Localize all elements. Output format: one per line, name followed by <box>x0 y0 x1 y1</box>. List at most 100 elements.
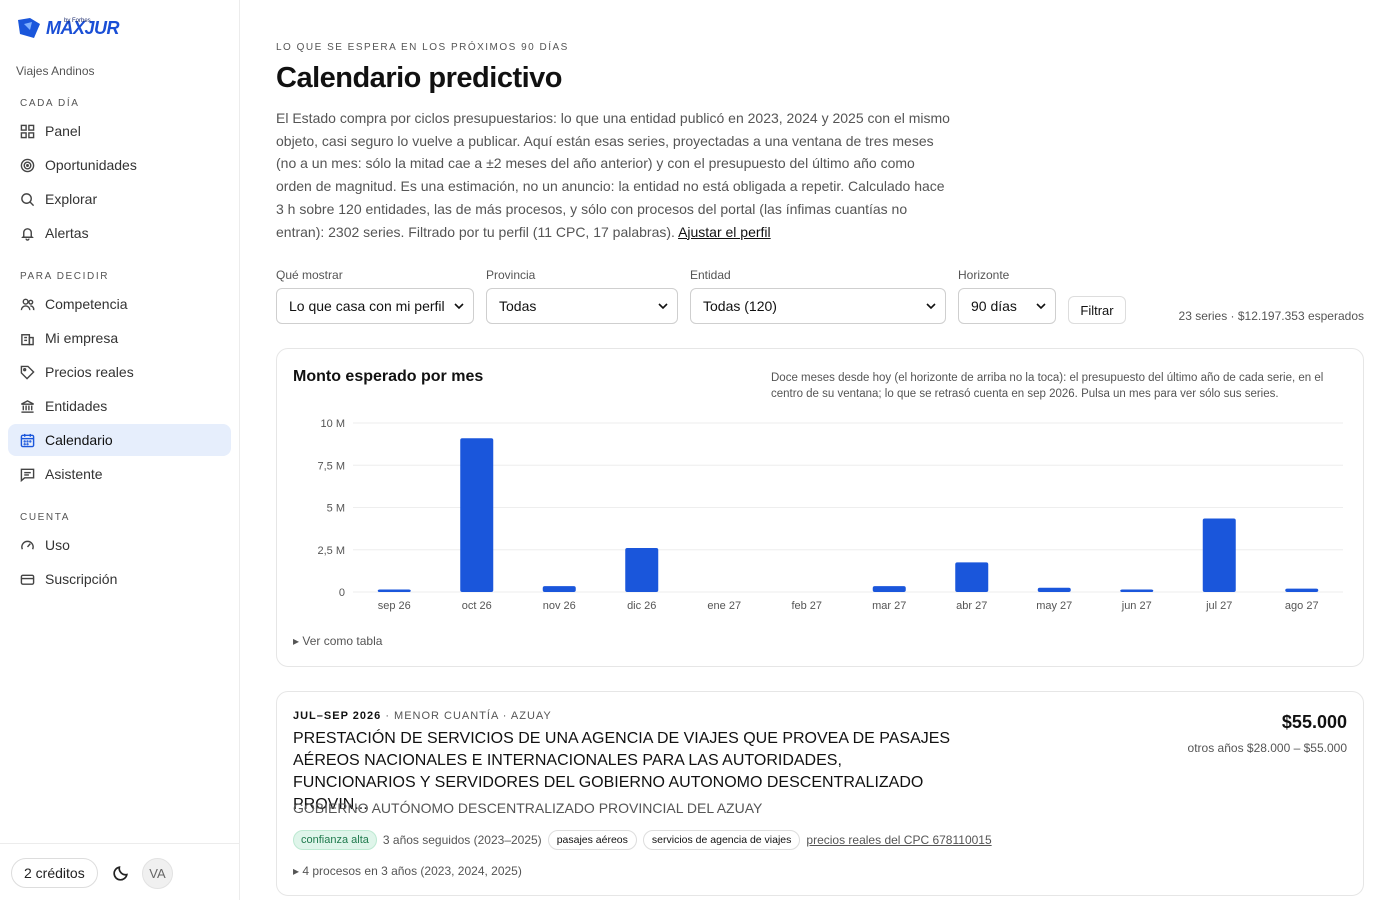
section-label-cuenta: CUENTA <box>20 512 70 523</box>
entity-select-value: Todas (120) <box>703 298 777 314</box>
users-icon <box>20 298 35 310</box>
avatar[interactable]: VA <box>142 858 173 889</box>
series-card[interactable]: JUL–SEP 2026 · MENOR CUANTÍA · AZUAY PRE… <box>276 691 1364 896</box>
horizon-select[interactable]: 90 días <box>958 288 1056 324</box>
nav-item-competencia[interactable]: Competencia <box>8 288 231 320</box>
chart-card: Monto esperado por mes Doce meses desde … <box>276 348 1364 667</box>
show-filter-label: Qué mostrar <box>276 268 343 282</box>
nav-label: Oportunidades <box>45 157 137 173</box>
bank-icon <box>21 399 34 413</box>
chat-icon <box>20 468 35 482</box>
x-tick-label: sep 26 <box>378 600 411 612</box>
entity-filter-label: Entidad <box>690 268 731 282</box>
series-years: 3 años seguidos (2023–2025) <box>382 833 542 847</box>
province-filter-label: Provincia <box>486 268 536 282</box>
nav-label: Suscripción <box>45 571 118 587</box>
bar[interactable] <box>625 548 659 592</box>
series-tags: confianza alta 3 años seguidos (2023–202… <box>293 830 992 850</box>
y-tick-label: 0 <box>339 587 345 599</box>
section-label-para-decidir: PARA DECIDIR <box>20 271 110 282</box>
bar[interactable] <box>955 562 989 592</box>
series-price: $55.000 <box>1281 712 1347 732</box>
logo-subtitle: by Forbes <box>64 18 91 24</box>
nav-label: Asistente <box>45 466 103 482</box>
processes-toggle[interactable]: ▸ 4 procesos en 3 años (2023, 2024, 2025… <box>293 864 522 878</box>
nav-item-alertas[interactable]: Alertas <box>8 217 231 249</box>
main-content: LO QUE SE ESPERA EN LOS PRÓXIMOS 90 DÍAS… <box>276 0 1364 900</box>
credits-button[interactable]: 2 créditos <box>11 858 98 888</box>
horizon-select-value: 90 días <box>971 298 1017 314</box>
nav-label: Alertas <box>45 225 89 241</box>
bar[interactable] <box>460 438 494 592</box>
chevron-down-icon <box>1036 303 1046 310</box>
nav-item-suscripcion[interactable]: Suscripción <box>8 563 231 595</box>
nav-item-entidades[interactable]: Entidades <box>8 390 231 422</box>
province-select[interactable]: Todas <box>486 288 678 324</box>
adjust-profile-link[interactable]: Ajustar el perfil <box>678 224 771 240</box>
series-summary: 23 series · $12.197.353 esperados <box>1178 309 1364 323</box>
filter-button[interactable]: Filtrar <box>1068 296 1126 324</box>
x-tick-label: nov 26 <box>543 600 576 612</box>
nav-label: Panel <box>45 123 81 139</box>
nav-item-precios-reales[interactable]: Precios reales <box>8 356 231 388</box>
x-tick-label: ago 27 <box>1285 600 1319 612</box>
x-tick-label: oct 26 <box>462 600 492 612</box>
moon-icon[interactable] <box>113 864 130 881</box>
series-type: · MENOR CUANTÍA <box>385 710 499 722</box>
x-tick-label: dic 26 <box>627 600 656 612</box>
keyword-chip: servicios de agencia de viajes <box>642 830 801 850</box>
series-province: · AZUAY <box>502 710 552 722</box>
nav-item-asistente[interactable]: Asistente <box>8 458 231 490</box>
calendar-icon <box>20 433 35 447</box>
bell-icon <box>21 227 34 241</box>
bar[interactable] <box>377 589 411 592</box>
gauge-icon <box>21 540 34 550</box>
x-tick-label: jun 27 <box>1121 600 1152 612</box>
nav-item-calendario[interactable]: Calendario <box>8 424 231 456</box>
bar[interactable] <box>872 586 906 592</box>
chevron-down-icon <box>926 303 936 310</box>
intro-text: El Estado compra por ciclos presupuestar… <box>276 110 950 240</box>
target-icon <box>20 158 35 172</box>
x-tick-label: mar 27 <box>872 600 906 612</box>
page-eyebrow: LO QUE SE ESPERA EN LOS PRÓXIMOS 90 DÍAS <box>276 42 569 53</box>
y-tick-label: 2,5 M <box>317 545 345 557</box>
y-tick-label: 5 M <box>327 503 345 515</box>
bar[interactable] <box>1120 589 1154 592</box>
nav-label: Precios reales <box>45 364 134 380</box>
nav-item-oportunidades[interactable]: Oportunidades <box>8 149 231 181</box>
organization-name: Viajes Andinos <box>16 64 95 78</box>
x-tick-label: abr 27 <box>956 600 987 612</box>
nav-label: Entidades <box>45 398 108 414</box>
x-tick-label: jul 27 <box>1205 600 1232 612</box>
horizon-filter-label: Horizonte <box>958 268 1010 282</box>
page-title: Calendario predictivo <box>276 62 563 94</box>
nav-item-panel[interactable]: Panel <box>8 115 231 147</box>
cpc-prices-link[interactable]: precios reales del CPC 678110015 <box>806 833 991 847</box>
series-meta: JUL–SEP 2026 · MENOR CUANTÍA · AZUAY <box>293 710 552 722</box>
nav-label: Calendario <box>45 432 113 448</box>
y-tick-label: 10 M <box>321 418 345 430</box>
bar[interactable] <box>542 586 576 592</box>
card-icon <box>20 574 35 585</box>
sidebar: MAXJUR by Forbes Viajes Andinos CADA DÍA… <box>0 0 240 900</box>
chevron-down-icon <box>454 303 464 310</box>
search-icon <box>21 192 35 206</box>
bar[interactable] <box>1037 587 1071 592</box>
section-label-cada-dia: CADA DÍA <box>20 98 80 109</box>
series-price-range: otros años $28.000 – $55.000 <box>1187 741 1347 755</box>
nav-item-uso[interactable]: Uso <box>8 529 231 561</box>
x-tick-label: may 27 <box>1036 600 1072 612</box>
view-as-table-toggle[interactable]: ▸ Ver como tabla <box>293 634 382 648</box>
show-select-value: Lo que casa con mi perfil <box>289 298 445 314</box>
entity-select[interactable]: Todas (120) <box>690 288 946 324</box>
nav-label: Explorar <box>45 191 98 207</box>
bar[interactable] <box>1285 588 1319 592</box>
confidence-badge: confianza alta <box>293 830 377 850</box>
y-tick-label: 7,5 M <box>317 460 345 472</box>
bar[interactable] <box>1202 518 1236 592</box>
nav-item-explorar[interactable]: Explorar <box>8 183 231 215</box>
nav-item-mi-empresa[interactable]: Mi empresa <box>8 322 231 354</box>
show-select[interactable]: Lo que casa con mi perfil <box>276 288 474 324</box>
page-intro: El Estado compra por ciclos presupuestar… <box>276 107 951 243</box>
